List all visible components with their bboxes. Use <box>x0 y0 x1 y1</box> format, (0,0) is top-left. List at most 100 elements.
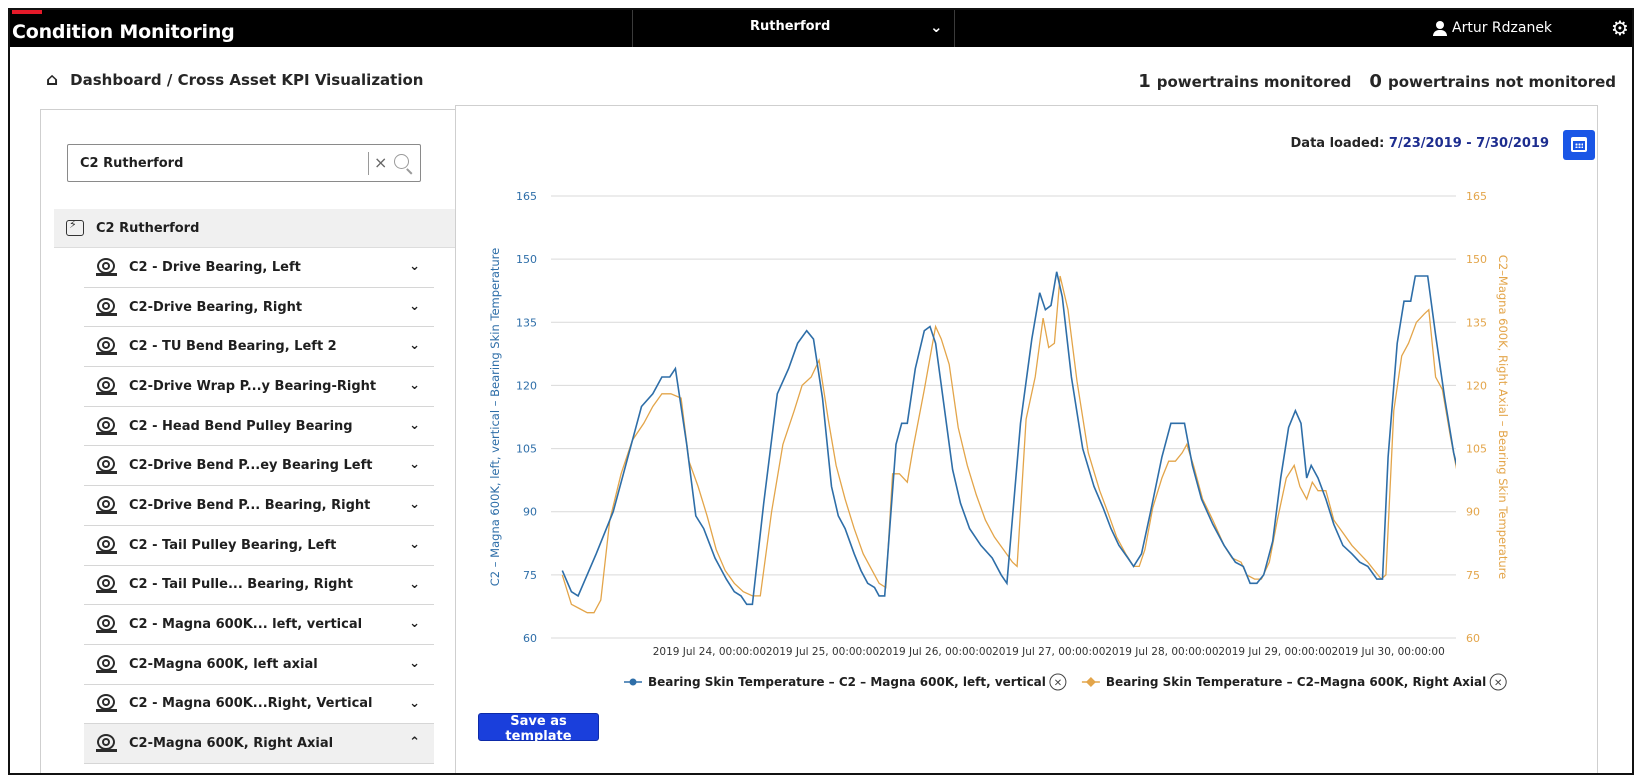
y-tick-right: 60 <box>1466 632 1480 645</box>
y-axis-title-left: C2 – Magna 600K, left, vertical – Bearin… <box>488 248 502 586</box>
chevron-down-icon[interactable]: ⌄ <box>409 378 420 393</box>
tree-item[interactable]: C2-Drive Bearing, Right ⌄ <box>84 288 434 328</box>
legend-marker <box>629 678 637 686</box>
y-tick-left: 105 <box>516 443 537 456</box>
top-divider <box>632 10 633 47</box>
legend-marker <box>1085 677 1096 687</box>
site-selector[interactable]: Rutherford ⌄ <box>640 10 960 47</box>
monitoring-status: 1 powertrains monitored 0 powertrains no… <box>1138 71 1616 92</box>
tree-item[interactable]: C2 - Tail Pulle... Bearing, Right ⌄ <box>84 566 434 606</box>
bearing-icon <box>96 257 117 277</box>
tree-item[interactable]: C2-Drive Wrap P...y Bearing-Right ⌄ <box>84 367 434 407</box>
legend-label: Bearing Skin Temperature – C2 – Magna 60… <box>648 675 1046 689</box>
tree-item[interactable]: C2-Magna 600K, Right Axial ⌃ <box>84 724 434 764</box>
app-window: Condition Monitoring Rutherford ⌄ Artur … <box>8 8 1634 775</box>
y-tick-left: 90 <box>523 506 537 519</box>
tree-item-label: C2 - TU Bend Bearing, Left 2 <box>129 339 337 355</box>
chevron-down-icon[interactable]: ⌄ <box>409 338 420 353</box>
series-line <box>561 271 1456 606</box>
user-menu[interactable]: Artur Rdzanek <box>1433 20 1552 36</box>
chevron-down-icon[interactable]: ⌄ <box>409 497 420 512</box>
search-input[interactable]: C2 Rutherford × <box>67 144 421 182</box>
tree-item[interactable]: C2 - Magna 600K...Right, Vertical ⌄ <box>84 685 434 725</box>
user-name: Artur Rdzanek <box>1452 20 1553 36</box>
tree-item-label: C2-Magna 600K, Right Axial <box>129 736 334 752</box>
save-as-template-button[interactable]: Save as template <box>478 713 599 744</box>
search-divider <box>368 152 369 175</box>
top-divider <box>954 10 955 47</box>
tree-item[interactable]: C2 - Drive Bearing, Left ⌄ <box>84 248 434 288</box>
gear-icon[interactable]: ⚙ <box>1611 16 1629 40</box>
tree-item[interactable]: C2 - Head Bend Pulley Bearing ⌄ <box>84 407 434 447</box>
home-icon[interactable]: ⌂ <box>46 70 58 90</box>
y-tick-right: 150 <box>1466 253 1487 266</box>
tree-item-label: C2 - Magna 600K... left, vertical <box>129 617 363 633</box>
chevron-down-icon[interactable]: ⌄ <box>409 537 420 552</box>
y-tick-right: 105 <box>1466 443 1487 456</box>
x-tick-label: 2019 Jul 26, 00:00:00 <box>879 646 992 658</box>
tree-item-label: C2 - Tail Pulle... Bearing, Right <box>129 577 353 593</box>
chevron-down-icon[interactable]: ⌄ <box>409 656 420 671</box>
tree-root-label: C2 Rutherford <box>96 220 200 236</box>
close-icon: ✕ <box>1494 678 1502 689</box>
chevron-down-icon[interactable]: ⌄ <box>409 418 420 433</box>
bearing-icon <box>96 337 117 356</box>
y-tick-left: 120 <box>516 379 537 392</box>
tree-item[interactable]: C2 - TU Bend Bearing, Left 2 ⌄ <box>84 327 434 368</box>
y-tick-left: 135 <box>516 316 537 329</box>
chevron-down-icon[interactable]: ⌄ <box>409 696 420 711</box>
tree-item-label: C2-Drive Wrap P...y Bearing-Right <box>129 378 377 394</box>
asset-list: C2 - Drive Bearing, Left ⌄ C2-Drive Bearin… <box>84 248 434 764</box>
powertrain-icon <box>66 218 84 236</box>
not-monitored-count: 0 <box>1369 71 1382 92</box>
chevron-up-icon[interactable]: ⌃ <box>409 735 420 750</box>
tree-item-label: C2-Drive Bend P...ey Bearing Left <box>129 458 373 474</box>
breadcrumb-text[interactable]: Dashboard / Cross Asset KPI Visualizatio… <box>70 71 423 89</box>
x-tick-label: 2019 Jul 30, 00:00:00 <box>1331 646 1444 658</box>
kpi-line-chart: 60 60 75 75 90 90 105 105 120 120 135 135 150 150 165 1… <box>488 190 1510 691</box>
chevron-down-icon[interactable]: ⌄ <box>409 457 420 472</box>
chevron-down-icon[interactable]: ⌄ <box>409 299 420 314</box>
search-input-value: C2 Rutherford <box>80 156 184 171</box>
bearing-icon <box>96 456 117 475</box>
x-tick-label: 2019 Jul 27, 00:00:00 <box>992 646 1105 658</box>
site-selector-value: Rutherford <box>750 19 831 34</box>
x-tick-label: 2019 Jul 28, 00:00:00 <box>1105 646 1218 658</box>
y-tick-left: 75 <box>523 569 537 582</box>
chart-panel: Data loaded: 7/23/2019 - 7/30/2019 60 60 7… <box>455 105 1598 773</box>
chevron-down-icon[interactable]: ⌄ <box>409 616 420 631</box>
y-tick-right: 135 <box>1466 316 1487 329</box>
tree-root[interactable]: C2 Rutherford <box>54 209 456 248</box>
legend-label: Bearing Skin Temperature – C2–Magna 600K… <box>1106 675 1486 689</box>
close-icon: ✕ <box>1054 678 1062 689</box>
tree-item[interactable]: C2-Drive Bend P...ey Bearing Left ⌄ <box>84 446 434 487</box>
bearing-icon <box>96 615 117 634</box>
chevron-down-icon[interactable]: ⌄ <box>409 259 420 274</box>
y-tick-right: 90 <box>1466 506 1480 519</box>
tree-item[interactable]: C2 - Tail Pulley Bearing, Left ⌄ <box>84 526 434 566</box>
bearing-icon <box>96 654 117 674</box>
series-line <box>561 275 1456 614</box>
search-icon[interactable] <box>394 154 409 169</box>
x-tick-label: 2019 Jul 29, 00:00:00 <box>1218 646 1331 658</box>
x-tick-label: 2019 Jul 24, 00:00:00 <box>653 646 766 658</box>
tree-item[interactable]: C2-Magna 600K, left axial ⌄ <box>84 645 434 685</box>
tree-item[interactable]: C2-Drive Bend P... Bearing, Right ⌄ <box>84 486 434 526</box>
breadcrumb: ⌂ Dashboard / Cross Asset KPI Visualizat… <box>46 70 423 90</box>
bearing-icon <box>96 416 117 436</box>
asset-tree-panel: C2 Rutherford × C2 Rutherford C2 - Drive… <box>40 109 457 773</box>
chevron-down-icon[interactable]: ⌄ <box>409 577 420 592</box>
bearing-icon <box>96 495 117 515</box>
y-axis-title-right: C2–Magna 600K, Right Axial – Bearing Ski… <box>1496 255 1510 579</box>
tree-item[interactable]: C2 - Magna 600K... left, vertical ⌄ <box>84 605 434 645</box>
y-tick-right: 120 <box>1466 379 1487 392</box>
tree-item-label: C2 - Magna 600K...Right, Vertical <box>129 696 373 712</box>
tree-item-label: C2 - Head Bend Pulley Bearing <box>129 418 353 434</box>
tree-item-label: C2 - Tail Pulley Bearing, Left <box>129 537 337 553</box>
brand-accent-bar <box>12 10 42 14</box>
chevron-down-icon: ⌄ <box>930 18 943 36</box>
tree-item-label: C2 - Drive Bearing, Left <box>129 259 301 275</box>
bearing-icon <box>96 376 117 396</box>
x-tick-label: 2019 Jul 25, 00:00:00 <box>766 646 879 658</box>
close-icon[interactable]: × <box>374 153 387 172</box>
